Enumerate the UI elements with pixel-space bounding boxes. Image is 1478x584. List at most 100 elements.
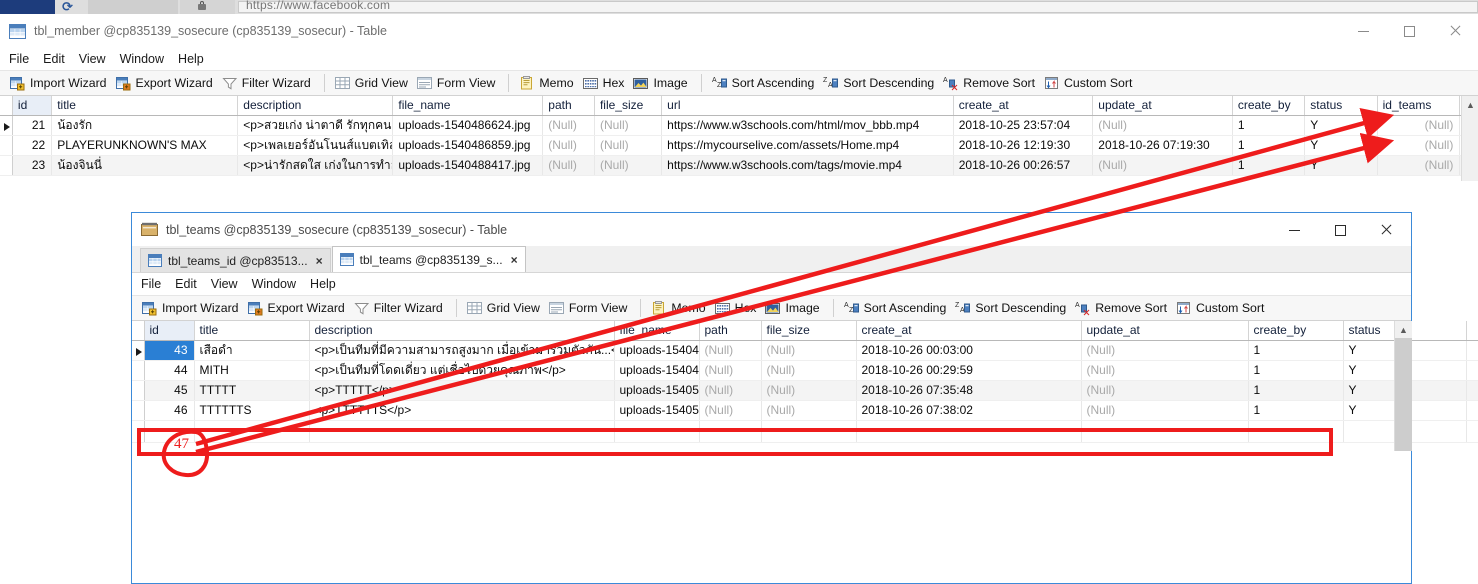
column-header-description[interactable]: description [237,96,394,116]
toolbar-button-import-wizard[interactable]: Import Wizard [139,297,245,319]
cell-title[interactable]: น้องจินนี่ [51,155,239,176]
cell-file-name[interactable]: uploads-1540488417.jpg [392,155,544,176]
cell-description[interactable]: <p>น่ารักสดใส เก่งในการทำอาห [237,155,394,176]
cell-create-by[interactable]: 1 [1248,380,1344,401]
toolbar-button-sort-descending[interactable]: Z A Sort Descending [952,297,1072,319]
menu-help[interactable]: Help [178,52,213,66]
toolbar-button-grid-view[interactable]: Grid View [464,297,546,319]
row-marker[interactable] [0,135,13,156]
row-marker[interactable] [132,420,145,443]
column-header-url[interactable]: url [661,96,954,116]
cell-path[interactable]: (Null) [542,135,595,156]
cell-id[interactable]: 46 [144,400,195,421]
column-header-create-by[interactable]: create_by [1248,321,1344,341]
column-header-title[interactable]: title [194,321,310,341]
column-header-path[interactable]: path [542,96,595,116]
column-header-status[interactable]: status [1304,96,1378,116]
cell-create-by[interactable]: 1 [1232,115,1306,136]
column-header-create-at[interactable]: create_at [953,96,1094,116]
menu-view[interactable]: View [211,277,247,291]
new-record-row[interactable] [132,420,1478,443]
cell-spacer[interactable] [1466,360,1478,381]
toolbar-button-image[interactable]: Image [630,72,693,94]
menu-file[interactable]: File [141,277,170,291]
toolbar-button-export-wizard[interactable]: Export Wizard [245,297,351,319]
menu-window[interactable]: Window [252,277,305,291]
cell-description[interactable]: <p>เป็นทีมที่มีความสามารถสูงมาก เมื่อเข้… [309,340,615,361]
cell-id[interactable]: 43 [144,340,195,361]
cell-spacer[interactable] [1466,400,1478,421]
menu-file[interactable]: File [9,52,38,66]
minimize-button[interactable] [1271,215,1317,245]
toolbar-button-grid-view[interactable]: Grid View [332,72,414,94]
cell-description[interactable]: <p>TTTTT</p> [309,380,615,401]
cell-empty[interactable] [1466,420,1478,443]
column-header-update-at[interactable]: update_at [1081,321,1249,341]
toolbar-button-custom-sort[interactable]: Custom Sort [1041,72,1138,94]
toolbar-button-sort-ascending[interactable]: A Z Sort Ascending [841,297,953,319]
cell-update-at[interactable]: (Null) [1092,115,1233,136]
table-row[interactable]: 45 TTTTT <p>TTTTT</p> uploads-15405 (Null) (N… [132,380,1478,401]
column-header-status[interactable]: status [1343,321,1396,341]
tab-tbl-teams-id[interactable]: tbl_teams_id @cp83513... × [140,248,331,272]
cell-create-at[interactable]: 2018-10-26 00:29:59 [856,360,1082,381]
toolbar-button-hex[interactable]: Hex [580,72,631,94]
cell-status[interactable]: Y [1343,380,1396,401]
cell-title[interactable]: PLAYERUNKNOWN'S MAX [51,135,239,156]
tab-close-icon[interactable]: × [316,254,323,268]
cell-file-name[interactable]: uploads-15405 [614,380,700,401]
reload-icon[interactable]: ⟳ [62,0,73,13]
cell-empty[interactable] [1081,420,1249,443]
cell-id-teams[interactable]: (Null) [1377,115,1461,136]
cell-file-name[interactable]: uploads-1540486624.jpg [392,115,544,136]
row-marker[interactable] [0,115,13,136]
minimize-button[interactable] [1340,16,1386,46]
toolbar-button-memo[interactable]: Memo [516,72,579,94]
table-row[interactable]: 23น้องจินนี่<p>น่ารักสดใส เก่งในการทำอาห… [0,155,1478,176]
cell-file-name[interactable]: uploads-15404 [614,340,700,361]
column-header-path[interactable]: path [699,321,762,341]
column-header-id-teams[interactable]: id_teams [1377,96,1461,116]
cell-create-at[interactable]: 2018-10-26 07:35:48 [856,380,1082,401]
cell-title[interactable]: เสือดำ [194,340,310,361]
cell-path[interactable]: (Null) [699,360,762,381]
cell-spacer[interactable] [1466,340,1478,361]
cell-empty[interactable] [761,420,857,443]
column-header-description[interactable]: description [309,321,615,341]
column-header-file-name[interactable]: file_name [614,321,700,341]
cell-spacer[interactable] [1466,380,1478,401]
row-marker[interactable] [132,360,145,381]
menu-window[interactable]: Window [120,52,173,66]
cell-id-teams[interactable]: (Null) [1377,135,1461,156]
toolbar-button-remove-sort[interactable]: A Remove Sort [940,72,1041,94]
cell-update-at[interactable]: (Null) [1081,360,1249,381]
toolbar-button-form-view[interactable]: Form View [546,297,634,319]
cell-empty[interactable] [1343,420,1396,443]
toolbar-button-remove-sort[interactable]: A Remove Sort [1072,297,1173,319]
toolbar-button-import-wizard[interactable]: Import Wizard [7,72,113,94]
cell-url[interactable]: https://www.w3schools.com/html/mov_bbb.m… [661,115,954,136]
cell-status[interactable]: Y [1304,115,1378,136]
column-header-id[interactable]: id [12,96,53,116]
cell-file-size[interactable]: (Null) [761,360,857,381]
cell-path[interactable]: (Null) [699,400,762,421]
close-button[interactable] [1432,16,1478,46]
column-header-id[interactable]: id [144,321,195,341]
cell-file-size[interactable]: (Null) [761,340,857,361]
cell-empty[interactable] [856,420,1082,443]
column-header-create-by[interactable]: create_by [1232,96,1306,116]
cell-id[interactable]: 22 [12,135,53,156]
toolbar-button-filter-wizard[interactable]: Filter Wizard [219,72,317,94]
cell-description[interactable]: <p>TTTTTTS</p> [309,400,615,421]
cell-title[interactable]: TTTTT [194,380,310,401]
cell-create-at[interactable]: 2018-10-26 00:26:57 [953,155,1094,176]
window2-titlebar[interactable]: tbl_teams @cp835139_sosecure (cp835139_s… [132,213,1411,246]
window1-titlebar[interactable]: tbl_member @cp835139_sosecure (cp835139_… [0,14,1478,48]
scrollbar-thumb[interactable] [1395,338,1412,451]
cell-file-size[interactable]: (Null) [594,155,663,176]
cell-description[interactable]: <p>สวยเก่ง น่าตาดี รักทุกคนนะ [237,115,394,136]
cell-id[interactable]: 21 [12,115,53,136]
maximize-button[interactable] [1317,215,1363,245]
window2-vertical-scrollbar[interactable]: ▲ [1394,321,1412,451]
column-header-file-size[interactable]: file_size [594,96,663,116]
